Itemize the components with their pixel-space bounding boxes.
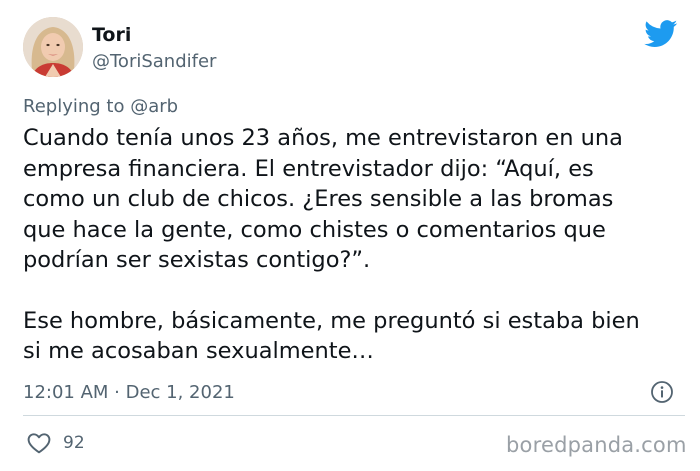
display-name[interactable]: Tori <box>92 23 131 47</box>
tweet-text-line: podrían ser sexistas contigo?”. <box>23 247 371 273</box>
tweet-text-line: si me acosaban sexualmente… <box>23 338 374 364</box>
tweet-text-line: que hace la gente, como chistes o coment… <box>23 216 606 243</box>
tweet-text-line: Ese hombre, básicamente, me preguntó si … <box>23 307 640 334</box>
tweet-text-line: empresa financiera. El entrevistador dij… <box>23 155 594 182</box>
heart-icon[interactable] <box>26 430 52 456</box>
info-icon[interactable] <box>650 380 674 404</box>
avatar[interactable] <box>23 17 83 77</box>
tweet-timestamp[interactable]: 12:01 AM · Dec 1, 2021 <box>23 380 235 406</box>
user-handle[interactable]: @ToriSandifer <box>92 50 216 74</box>
replying-to-text[interactable]: Replying to @arb <box>23 95 178 119</box>
tweet-card: Tori @ToriSandifer Replying to @arb Cuan… <box>0 0 700 471</box>
tweet-text-line: como un club de chicos. ¿Eres sensible a… <box>23 186 614 212</box>
like-count[interactable]: 92 <box>63 430 85 456</box>
user-avatar-photo <box>23 17 83 77</box>
tweet-body: Cuando tenía unos 23 años, me entrevista… <box>23 123 683 367</box>
divider <box>23 415 685 416</box>
watermark: boredpanda.com <box>506 433 687 457</box>
tweet-text-line: Cuando tenía unos 23 años, me entrevista… <box>23 125 623 151</box>
twitter-bird-icon[interactable] <box>644 20 678 48</box>
